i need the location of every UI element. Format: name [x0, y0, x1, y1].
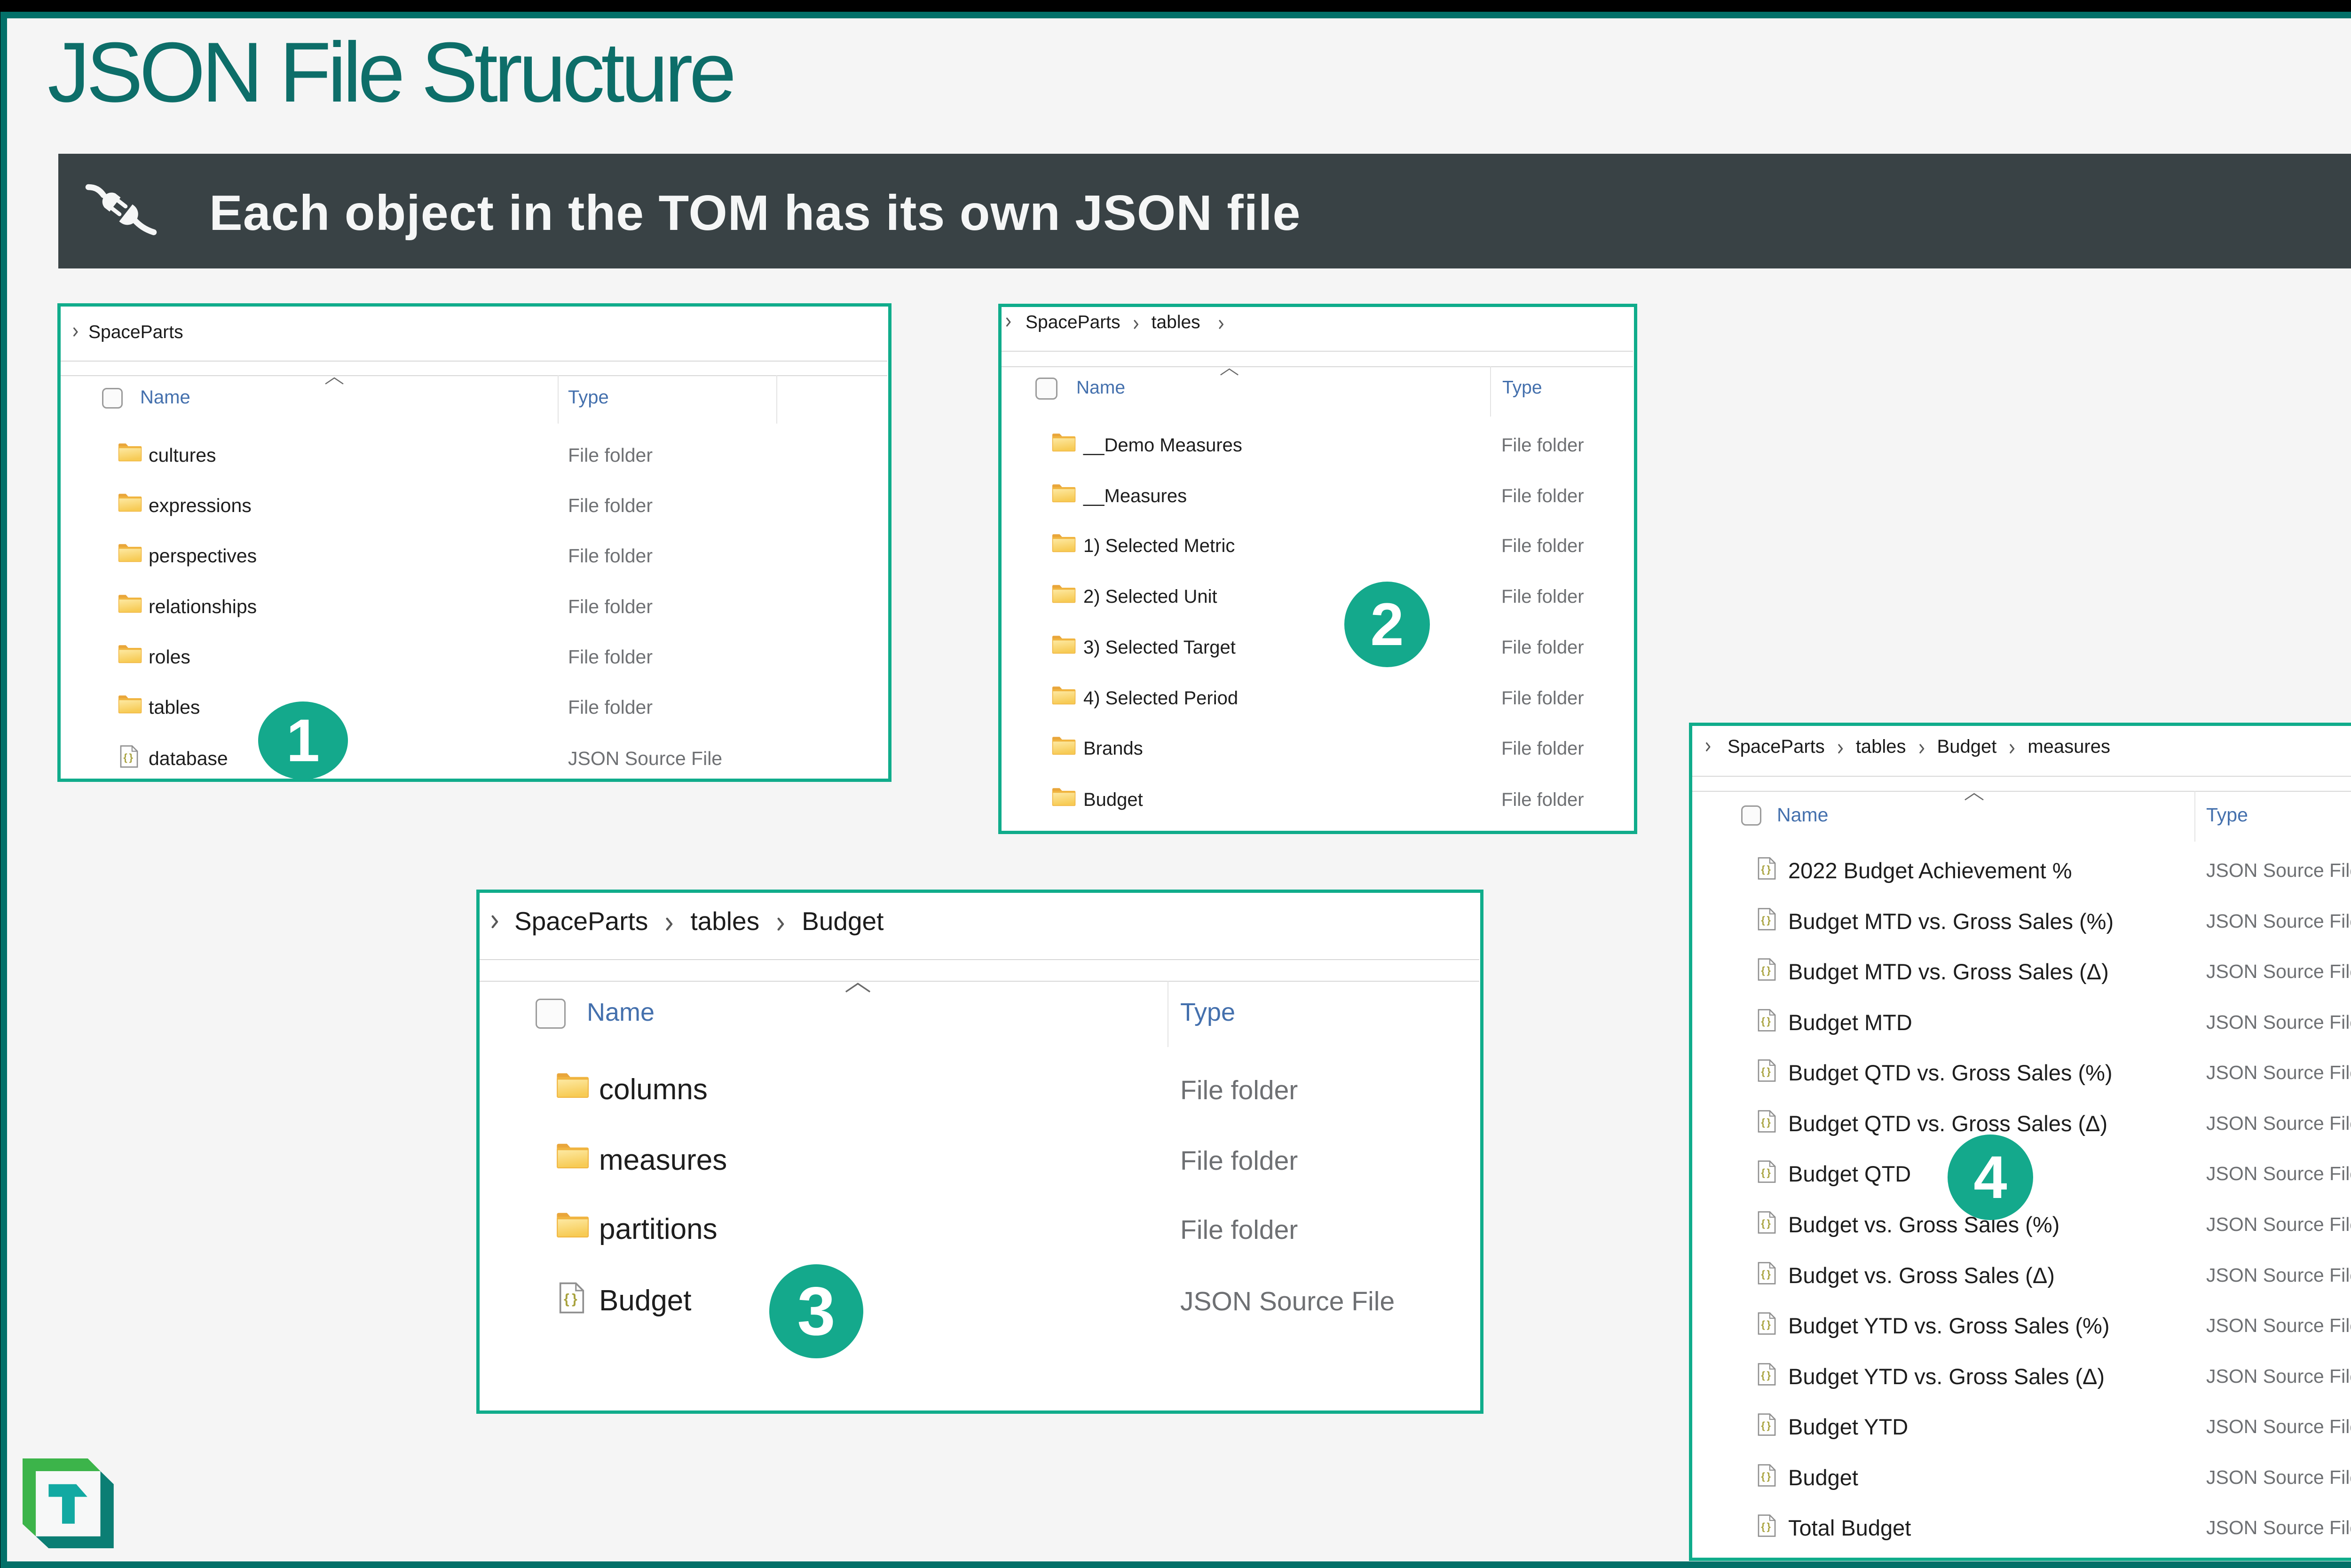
svg-text:{}: {} [1761, 1420, 1773, 1431]
svg-text:{}: {} [1761, 965, 1773, 976]
svg-text:{}: {} [1761, 1370, 1773, 1381]
svg-text:{}: {} [564, 1292, 580, 1307]
svg-text:{}: {} [1761, 1167, 1773, 1178]
svg-text:{}: {} [1761, 1471, 1773, 1482]
svg-text:{}: {} [1761, 864, 1773, 875]
svg-text:{}: {} [1761, 1117, 1773, 1128]
svg-text:{}: {} [1761, 914, 1773, 926]
svg-text:{}: {} [1761, 1218, 1773, 1229]
svg-text:{}: {} [1761, 1521, 1773, 1532]
svg-text:{}: {} [1761, 1319, 1773, 1330]
svg-text:{}: {} [1761, 1269, 1773, 1280]
svg-text:{}: {} [1761, 1066, 1773, 1077]
svg-text:{}: {} [123, 752, 135, 763]
svg-text:{}: {} [1761, 1016, 1773, 1027]
